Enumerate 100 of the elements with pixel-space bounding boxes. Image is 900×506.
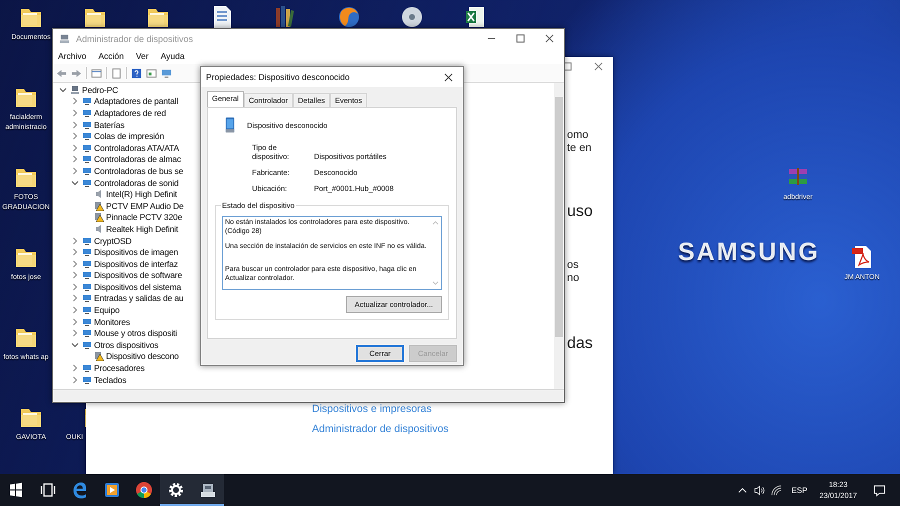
tree-item[interactable]: Controladoras ATA/ATA xyxy=(94,142,180,153)
portable-device-icon xyxy=(225,116,235,134)
globe-icon xyxy=(336,4,362,30)
section-heading: uso xyxy=(567,203,593,221)
tree-item[interactable]: Adaptadores de red xyxy=(94,108,166,118)
settings-link[interactable]: Dispositivos e impresoras xyxy=(312,403,449,415)
device-icon xyxy=(82,142,92,153)
paragraph-text: os no xyxy=(567,259,580,285)
collapse-chevron-icon[interactable] xyxy=(71,178,79,187)
help-icon[interactable] xyxy=(131,68,142,78)
expand-chevron-icon[interactable] xyxy=(71,236,79,245)
tree-item[interactable]: Dispositivos de interfaz xyxy=(94,258,178,269)
window-title: Administrador de dispositivos xyxy=(76,34,194,44)
taskbar-button[interactable] xyxy=(192,474,224,506)
device-icon xyxy=(82,293,92,304)
input-language[interactable]: ESP xyxy=(791,486,808,494)
document-icon[interactable] xyxy=(111,68,122,78)
maximize-icon[interactable] xyxy=(516,34,525,43)
device-icon xyxy=(82,316,92,327)
menu-item[interactable]: Ayuda xyxy=(160,51,186,61)
expand-chevron-icon[interactable] xyxy=(71,120,79,129)
tree-item[interactable]: Baterías xyxy=(94,120,124,130)
disc-icon xyxy=(399,4,425,30)
collapse-chevron-icon[interactable] xyxy=(71,340,79,349)
expand-chevron-icon[interactable] xyxy=(71,294,79,302)
device-icon xyxy=(82,270,92,280)
tree-item[interactable]: Dispositivos de software xyxy=(94,270,182,280)
device-icon xyxy=(82,120,92,130)
expand-chevron-icon[interactable] xyxy=(71,132,79,140)
monitor-icon[interactable] xyxy=(161,68,172,78)
tree-item[interactable]: Monitores xyxy=(94,316,130,327)
window-icon[interactable] xyxy=(91,68,102,78)
tree-item[interactable]: Otros dispositivos xyxy=(94,340,158,350)
expand-chevron-icon[interactable] xyxy=(71,282,79,291)
tree-item[interactable]: Realtek High Definit xyxy=(106,224,178,234)
tree-item[interactable]: Mouse y otros dispositi xyxy=(94,328,178,338)
device-icon xyxy=(82,374,92,385)
scrollbar[interactable] xyxy=(554,83,564,389)
expand-chevron-icon[interactable] xyxy=(71,155,79,164)
menu-item[interactable]: Ver xyxy=(134,51,150,61)
menu-item[interactable]: Acción xyxy=(97,51,125,61)
device-icon xyxy=(82,305,92,316)
status-text-box[interactable] xyxy=(222,216,442,290)
dialog-title: Propiedades: Dispositivo desconocido xyxy=(206,72,350,82)
tree-item[interactable]: PCTV EMP Audio De xyxy=(106,200,184,211)
device-icon xyxy=(82,340,92,350)
notification-icon[interactable] xyxy=(873,484,886,496)
expand-chevron-icon[interactable] xyxy=(71,318,79,326)
expand-chevron-icon[interactable] xyxy=(71,329,79,338)
tree-item[interactable]: Adaptadores de pantall xyxy=(94,96,178,106)
expand-chevron-icon[interactable] xyxy=(71,166,79,175)
tree-item[interactable]: Intel(R) High Definit xyxy=(106,189,178,200)
tree-item[interactable]: Colas de impresión xyxy=(94,131,164,142)
device-icon xyxy=(82,96,92,106)
tree-item[interactable]: Teclados xyxy=(94,374,126,385)
device-icon xyxy=(82,131,92,142)
device-icon xyxy=(82,166,92,176)
device-icon xyxy=(82,108,92,118)
device-icon xyxy=(82,154,92,164)
expand-chevron-icon[interactable] xyxy=(71,108,79,117)
forward-arrow-icon[interactable] xyxy=(71,68,82,78)
expand-chevron-icon[interactable] xyxy=(71,364,79,372)
settings-link[interactable]: Administrador de dispositivos xyxy=(312,423,449,435)
tree-item[interactable]: CryptOSD xyxy=(94,236,132,246)
tree-item[interactable]: Controladoras de bus se xyxy=(94,166,184,176)
tree-item[interactable]: Pinnacle PCTV 320e xyxy=(106,212,182,222)
expand-chevron-icon[interactable] xyxy=(71,260,79,268)
tree-item[interactable]: Controladoras de almac xyxy=(94,154,181,164)
device-icon xyxy=(82,236,92,246)
device-icon xyxy=(82,363,92,374)
expand-chevron-icon[interactable] xyxy=(71,271,79,280)
collapse-chevron-icon[interactable] xyxy=(59,86,67,94)
scroll-up-icon[interactable] xyxy=(432,220,439,225)
expand-chevron-icon[interactable] xyxy=(71,97,79,106)
tree-item[interactable]: Procesadores xyxy=(94,363,145,374)
device-icon xyxy=(82,178,92,188)
close-icon[interactable] xyxy=(444,72,453,82)
wifi-icon[interactable] xyxy=(771,484,782,496)
tree-item[interactable]: Controladoras de sonid xyxy=(94,178,179,188)
tree-item[interactable]: Dispositivo descono xyxy=(106,351,179,362)
back-arrow-icon[interactable] xyxy=(56,68,67,78)
tree-item[interactable]: Equipo xyxy=(94,305,120,316)
wallpaper-logo: SAMSUNG xyxy=(678,238,820,267)
device-icon xyxy=(82,328,92,338)
tree-item[interactable]: Entradas y salidas de au xyxy=(94,293,184,304)
taskbar-button[interactable] xyxy=(160,474,192,506)
volume-icon[interactable] xyxy=(754,484,766,496)
tree-item[interactable]: Dispositivos del sistema xyxy=(94,282,182,292)
tree-item[interactable]: Pedro-PC xyxy=(82,84,118,95)
expand-chevron-icon[interactable] xyxy=(71,248,79,256)
tree-item[interactable]: Dispositivos de imagen xyxy=(94,247,178,258)
expand-chevron-icon[interactable] xyxy=(71,376,79,384)
close-icon[interactable] xyxy=(545,34,554,43)
menu-item[interactable]: Archivo xyxy=(57,51,88,61)
scroll-down-icon[interactable] xyxy=(432,281,439,286)
expand-chevron-icon[interactable] xyxy=(71,144,79,152)
expand-chevron-icon[interactable] xyxy=(71,306,79,314)
computer-icon xyxy=(70,84,80,95)
window-icon[interactable] xyxy=(146,68,157,78)
device-icon xyxy=(82,258,92,269)
